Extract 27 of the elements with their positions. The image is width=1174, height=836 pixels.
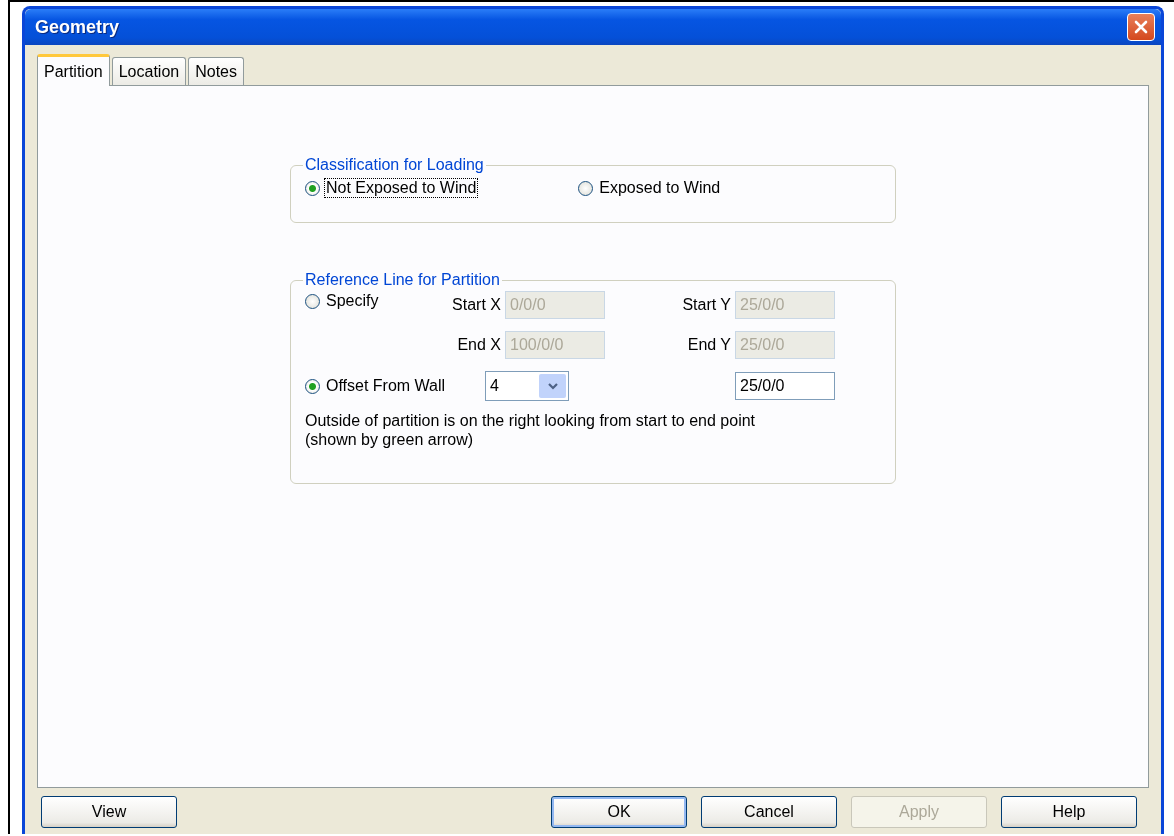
dialog-button[interactable]: Cancel	[701, 796, 837, 828]
field-label: Start Y	[682, 296, 732, 314]
dialog-button[interactable]: View	[41, 796, 177, 828]
window-title: Geometry	[35, 16, 120, 38]
tab[interactable]: Notes	[188, 57, 244, 85]
radio-label[interactable]: Not Exposed to Wind	[324, 178, 479, 198]
field-label: End X	[457, 336, 502, 354]
dialog-button[interactable]: OK	[551, 796, 687, 828]
radio-button[interactable]	[305, 293, 320, 309]
close-icon	[1133, 19, 1149, 35]
radio-button[interactable]	[305, 378, 320, 394]
radio-label[interactable]: Specify	[324, 291, 381, 311]
note-text: Outside of partition is on the right looking from start to end point (shown by green arrow)	[305, 411, 757, 450]
dialog-button[interactable]: Help	[1001, 796, 1137, 828]
radio-label[interactable]: Exposed to Wind	[597, 178, 723, 198]
text-field[interactable]: 25/0/0	[735, 372, 835, 400]
group-title: Reference Line for Partition	[304, 271, 501, 289]
tab[interactable]: Location	[111, 57, 187, 85]
radio-button[interactable]	[578, 180, 594, 196]
close-button[interactable]	[1127, 13, 1155, 41]
tab[interactable]: Partition	[37, 54, 110, 86]
group-title: Classification for Loading	[304, 156, 485, 174]
radio-label[interactable]: Offset From Wall	[324, 376, 448, 396]
radio-button[interactable]	[305, 180, 320, 196]
field-label: Start X	[452, 296, 502, 314]
dropdown[interactable]: 4	[485, 371, 569, 401]
field-label: End Y	[687, 336, 732, 354]
